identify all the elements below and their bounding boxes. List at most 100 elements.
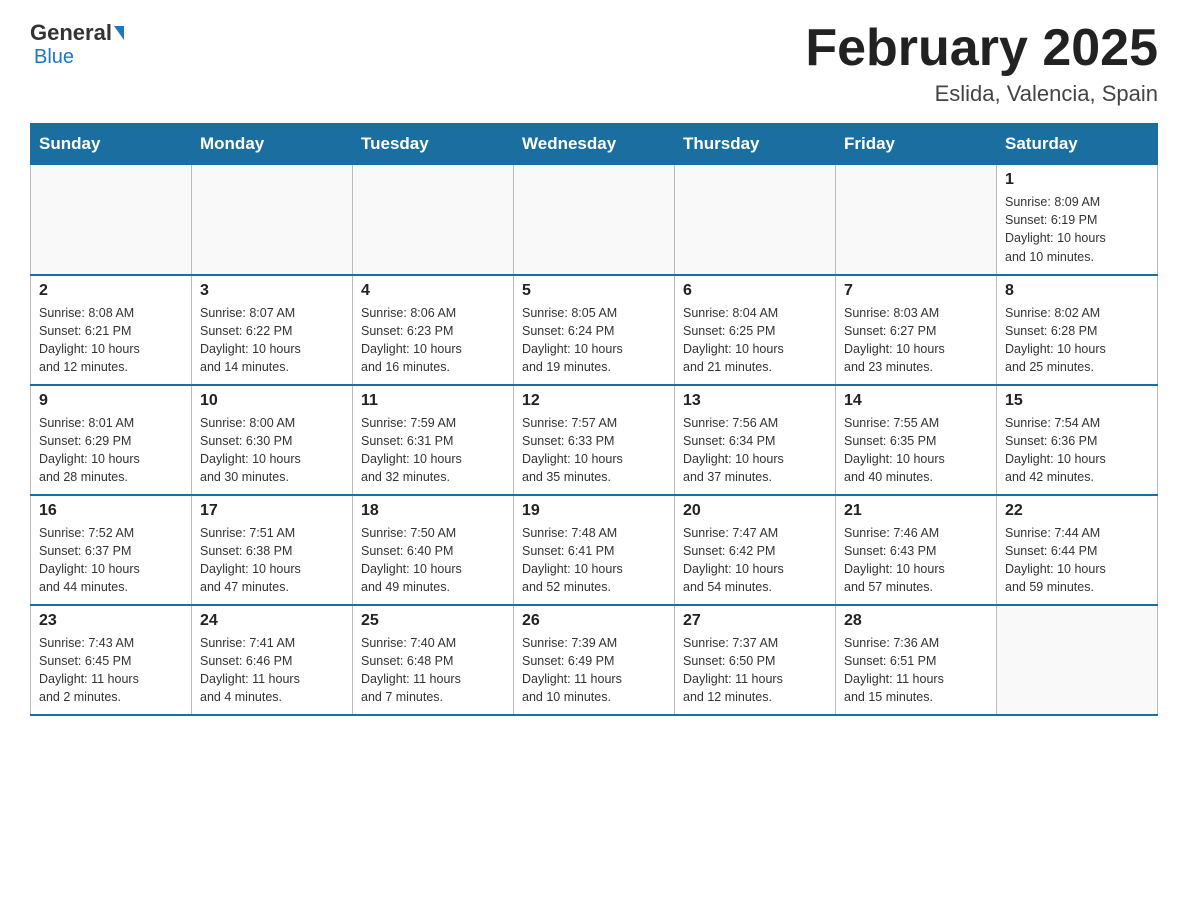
col-thursday: Thursday [675,124,836,165]
table-row: 26 Sunrise: 7:39 AMSunset: 6:49 PMDayligh… [514,605,675,715]
table-row: 1 Sunrise: 8:09 AMSunset: 6:19 PMDaylight… [997,165,1158,275]
table-row [675,165,836,275]
calendar-week-row: 23 Sunrise: 7:43 AMSunset: 6:45 PMDayligh… [31,605,1158,715]
table-row [836,165,997,275]
day-info: Sunrise: 8:05 AMSunset: 6:24 PMDaylight:… [522,304,666,377]
calendar-week-row: 2 Sunrise: 8:08 AMSunset: 6:21 PMDaylight… [31,275,1158,385]
day-info: Sunrise: 7:47 AMSunset: 6:42 PMDaylight:… [683,524,827,597]
table-row: 22Sunrise: 7:44 AMSunset: 6:44 PMDayligh… [997,495,1158,605]
day-number: 25 [361,612,505,630]
table-row: 27Sunrise: 7:37 AMSunset: 6:50 PMDayligh… [675,605,836,715]
col-sunday: Sunday [31,124,192,165]
day-info: Sunrise: 8:06 AMSunset: 6:23 PMDaylight:… [361,304,505,377]
col-wednesday: Wednesday [514,124,675,165]
day-info: Sunrise: 7:55 AMSunset: 6:35 PMDaylight:… [844,414,988,487]
day-info: Sunrise: 7:48 AMSunset: 6:41 PMDaylight:… [522,524,666,597]
day-info: Sunrise: 7:51 AMSunset: 6:38 PMDaylight:… [200,524,344,597]
table-row: 8Sunrise: 8:02 AMSunset: 6:28 PMDaylight… [997,275,1158,385]
day-info: Sunrise: 7:52 AMSunset: 6:37 PMDaylight:… [39,524,183,597]
day-number: 13 [683,392,827,410]
table-row: 4 Sunrise: 8:06 AMSunset: 6:23 PMDaylight… [353,275,514,385]
table-row: 23 Sunrise: 7:43 AMSunset: 6:45 PMDayligh… [31,605,192,715]
day-info: Sunrise: 7:36 AMSunset: 6:51 PMDaylight:… [844,634,988,707]
table-row: 25 Sunrise: 7:40 AMSunset: 6:48 PMDayligh… [353,605,514,715]
table-row [353,165,514,275]
day-info: Sunrise: 8:08 AMSunset: 6:21 PMDaylight:… [39,304,183,377]
col-friday: Friday [836,124,997,165]
table-row: 24 Sunrise: 7:41 AMSunset: 6:46 PMDayligh… [192,605,353,715]
day-info: Sunrise: 7:50 AMSunset: 6:40 PMDaylight:… [361,524,505,597]
table-row: 5 Sunrise: 8:05 AMSunset: 6:24 PMDaylight… [514,275,675,385]
table-row [997,605,1158,715]
calendar-subtitle: Eslida, Valencia, Spain [805,81,1158,107]
calendar-header-row: Sunday Monday Tuesday Wednesday Thursday… [31,124,1158,165]
day-info: Sunrise: 8:04 AMSunset: 6:25 PMDaylight:… [683,304,827,377]
table-row: 15 Sunrise: 7:54 AMSunset: 6:36 PMDayligh… [997,385,1158,495]
day-number: 28 [844,612,988,630]
day-number: 2 [39,282,183,300]
day-number: 10 [200,392,344,410]
table-row: 2 Sunrise: 8:08 AMSunset: 6:21 PMDaylight… [31,275,192,385]
day-number: 21 [844,502,988,520]
day-number: 20 [683,502,827,520]
day-number: 6 [683,282,827,300]
table-row [31,165,192,275]
table-row [192,165,353,275]
table-row: 6 Sunrise: 8:04 AMSunset: 6:25 PMDaylight… [675,275,836,385]
col-monday: Monday [192,124,353,165]
page-header: General Blue February 2025 Eslida, Valen… [30,20,1158,107]
day-number: 19 [522,502,666,520]
table-row [514,165,675,275]
day-info: Sunrise: 8:09 AMSunset: 6:19 PMDaylight:… [1005,193,1149,266]
day-number: 26 [522,612,666,630]
day-info: Sunrise: 7:39 AMSunset: 6:49 PMDaylight:… [522,634,666,707]
table-row: 19 Sunrise: 7:48 AMSunset: 6:41 PMDayligh… [514,495,675,605]
calendar-table: Sunday Monday Tuesday Wednesday Thursday… [30,123,1158,716]
day-number: 12 [522,392,666,410]
logo: General Blue [30,20,126,69]
calendar-title: February 2025 [805,20,1158,77]
day-info: Sunrise: 8:03 AMSunset: 6:27 PMDaylight:… [844,304,988,377]
day-info: Sunrise: 8:01 AMSunset: 6:29 PMDaylight:… [39,414,183,487]
calendar-week-row: 9 Sunrise: 8:01 AMSunset: 6:29 PMDaylight… [31,385,1158,495]
day-number: 14 [844,392,988,410]
day-info: Sunrise: 7:41 AMSunset: 6:46 PMDaylight:… [200,634,344,707]
day-info: Sunrise: 7:56 AMSunset: 6:34 PMDaylight:… [683,414,827,487]
day-number: 23 [39,612,183,630]
day-info: Sunrise: 7:59 AMSunset: 6:31 PMDaylight:… [361,414,505,487]
logo-general-text: General [30,20,112,46]
day-number: 1 [1005,171,1149,189]
table-row: 18 Sunrise: 7:50 AMSunset: 6:40 PMDayligh… [353,495,514,605]
day-number: 4 [361,282,505,300]
calendar-week-row: 16Sunrise: 7:52 AMSunset: 6:37 PMDayligh… [31,495,1158,605]
table-row: 9 Sunrise: 8:01 AMSunset: 6:29 PMDaylight… [31,385,192,495]
col-tuesday: Tuesday [353,124,514,165]
day-number: 17 [200,502,344,520]
day-number: 5 [522,282,666,300]
day-number: 11 [361,392,505,410]
day-info: Sunrise: 7:46 AMSunset: 6:43 PMDaylight:… [844,524,988,597]
day-number: 24 [200,612,344,630]
table-row: 13 Sunrise: 7:56 AMSunset: 6:34 PMDayligh… [675,385,836,495]
day-info: Sunrise: 8:07 AMSunset: 6:22 PMDaylight:… [200,304,344,377]
table-row: 20 Sunrise: 7:47 AMSunset: 6:42 PMDayligh… [675,495,836,605]
table-row: 11 Sunrise: 7:59 AMSunset: 6:31 PMDayligh… [353,385,514,495]
day-number: 18 [361,502,505,520]
title-block: February 2025 Eslida, Valencia, Spain [805,20,1158,107]
day-number: 9 [39,392,183,410]
table-row: 14 Sunrise: 7:55 AMSunset: 6:35 PMDayligh… [836,385,997,495]
logo-blue-text: Blue [34,46,74,68]
day-info: Sunrise: 8:02 AMSunset: 6:28 PMDaylight:… [1005,304,1149,377]
table-row: 21 Sunrise: 7:46 AMSunset: 6:43 PMDayligh… [836,495,997,605]
day-info: Sunrise: 7:54 AMSunset: 6:36 PMDaylight:… [1005,414,1149,487]
table-row: 16Sunrise: 7:52 AMSunset: 6:37 PMDayligh… [31,495,192,605]
day-info: Sunrise: 7:40 AMSunset: 6:48 PMDaylight:… [361,634,505,707]
table-row: 17 Sunrise: 7:51 AMSunset: 6:38 PMDayligh… [192,495,353,605]
day-number: 3 [200,282,344,300]
col-saturday: Saturday [997,124,1158,165]
day-info: Sunrise: 7:43 AMSunset: 6:45 PMDaylight:… [39,634,183,707]
calendar-week-row: 1 Sunrise: 8:09 AMSunset: 6:19 PMDaylight… [31,165,1158,275]
table-row: 10 Sunrise: 8:00 AMSunset: 6:30 PMDayligh… [192,385,353,495]
day-number: 15 [1005,392,1149,410]
day-info: Sunrise: 8:00 AMSunset: 6:30 PMDaylight:… [200,414,344,487]
